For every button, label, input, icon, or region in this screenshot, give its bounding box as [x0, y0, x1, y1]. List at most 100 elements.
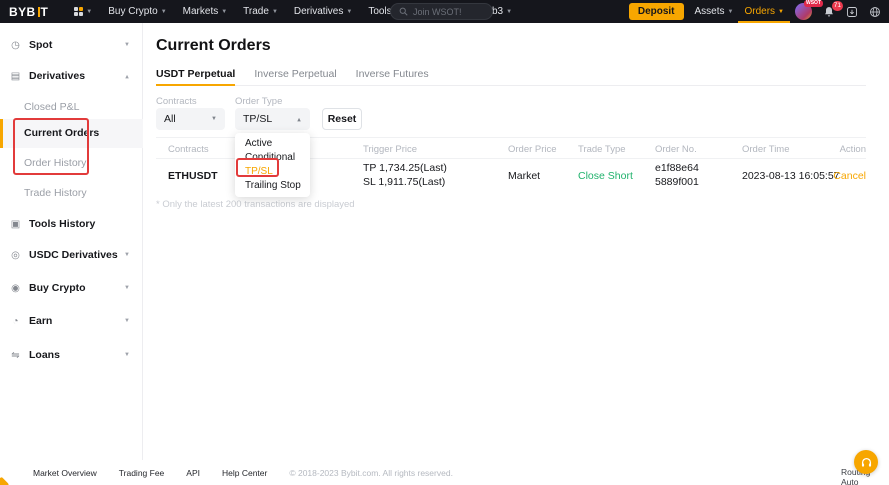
sidebar-item-buy-crypto[interactable]: ◉ Buy Crypto ▼: [0, 277, 143, 299]
page-title: Current Orders: [156, 37, 271, 55]
col-header-order-no: Order No.: [655, 144, 697, 155]
menu-label: Tools: [368, 6, 391, 17]
menu-derivatives[interactable]: Derivatives ▼: [294, 6, 352, 17]
user-avatar[interactable]: WSOT: [795, 3, 812, 20]
search-input[interactable]: [413, 7, 483, 17]
page: BYB T ▼ Buy Crypto ▼ Markets ▼ Trade ▼: [0, 0, 889, 485]
orders-label: Orders: [744, 6, 775, 17]
headset-icon: [860, 456, 873, 469]
chevron-down-icon: ▼: [124, 42, 130, 48]
chevron-down-icon: ▼: [778, 9, 784, 15]
contracts-select[interactable]: All ▼: [156, 108, 225, 130]
chevron-down-icon: ▼: [124, 352, 130, 358]
notifications-button[interactable]: 71: [823, 6, 835, 18]
menu-label: Trade: [243, 6, 269, 17]
footer-link-market-overview[interactable]: Market Overview: [33, 468, 97, 478]
chevron-down-icon: ▼: [728, 9, 734, 15]
tab-label: USDT Perpetual: [156, 68, 235, 80]
col-header-trade-type: Trade Type: [578, 144, 626, 155]
logo-text-right: T: [41, 5, 49, 19]
footer-link-trading-fee[interactable]: Trading Fee: [119, 468, 165, 478]
chevron-down-icon: ▼: [506, 9, 512, 15]
derivatives-icon: ▤: [10, 71, 21, 82]
menu-trade[interactable]: Trade ▼: [243, 6, 278, 17]
bybit-logo[interactable]: BYB T: [9, 5, 48, 19]
sidebar-item-usdc-derivatives[interactable]: ◎ USDC Derivatives ▼: [0, 244, 143, 266]
table-footnote: * Only the latest 200 transactions are d…: [156, 199, 355, 210]
language-globe-icon[interactable]: [869, 6, 881, 18]
sidebar-item-derivatives[interactable]: ▤ Derivatives ▼: [0, 65, 143, 87]
usdc-derivatives-icon: ◎: [10, 250, 21, 261]
assets-label: Assets: [695, 6, 725, 17]
orders-menu[interactable]: Orders ▼: [744, 0, 784, 23]
sidebar-item-label: Loans: [29, 349, 60, 361]
copyright-text: © 2018-2023 Bybit.com. All rights reserv…: [289, 468, 453, 478]
cancel-order-button[interactable]: Cancel: [833, 170, 866, 182]
annotation-box-sidebar: [13, 118, 89, 175]
order-type-filter-label: Order Type: [235, 96, 282, 107]
tab-label: Inverse Perpetual: [254, 68, 336, 80]
apps-grid-menu[interactable]: ▼: [60, 7, 92, 16]
contracts-filter-label: Contracts: [156, 96, 197, 107]
notification-count-badge: 71: [832, 1, 843, 11]
chevron-up-icon: ▼: [296, 116, 302, 122]
buy-crypto-icon: ◉: [10, 283, 21, 294]
annotation-box-tpsl-option: [236, 158, 279, 177]
tab-active-underline: [156, 84, 235, 86]
sidebar-item-label: Tools History: [29, 218, 95, 230]
chevron-down-icon: ▼: [124, 252, 130, 258]
navbar-right: Deposit Assets ▼ Orders ▼ WSOT 71: [629, 0, 881, 23]
sidebar-item-label: Derivatives: [29, 70, 85, 82]
order-type-select-value: TP/SL: [243, 113, 272, 125]
chevron-down-icon: ▼: [346, 9, 352, 15]
chevron-down-icon: ▼: [86, 9, 92, 15]
sidebar-item-trade-history[interactable]: Trade History: [0, 182, 143, 204]
deposit-button[interactable]: Deposit: [629, 3, 684, 20]
tab-inverse-perpetual[interactable]: Inverse Perpetual: [254, 68, 336, 85]
footer-link-help-center[interactable]: Help Center: [222, 468, 267, 478]
sidebar-item-spot[interactable]: ◷ Spot ▼: [0, 34, 143, 56]
cell-order-price: Market: [508, 170, 540, 182]
customer-support-button[interactable]: [854, 450, 878, 474]
menu-markets[interactable]: Markets ▼: [183, 6, 228, 17]
sidebar-item-closed-pnl[interactable]: Closed P&L: [0, 96, 143, 118]
assets-menu[interactable]: Assets ▼: [695, 0, 734, 23]
menu-label: Derivatives: [294, 6, 343, 17]
sidebar: ◷ Spot ▼ ▤ Derivatives ▼ Closed P&L Curr…: [0, 23, 143, 460]
chevron-up-icon: ▼: [124, 73, 130, 79]
menu-buy-crypto[interactable]: Buy Crypto ▼: [108, 6, 166, 17]
tab-usdt-perpetual[interactable]: USDT Perpetual: [156, 68, 235, 85]
footer: Market Overview Trading Fee API Help Cen…: [0, 460, 889, 485]
chevron-down-icon: ▼: [211, 116, 217, 122]
contracts-select-value: All: [164, 113, 176, 125]
sidebar-item-loans[interactable]: ⇋ Loans ▼: [0, 344, 143, 366]
order-no-line1: e1f88e64: [655, 162, 699, 176]
tab-inverse-futures[interactable]: Inverse Futures: [356, 68, 429, 85]
tools-history-icon: ▣: [10, 219, 21, 230]
footer-link-api[interactable]: API: [186, 468, 200, 478]
download-app-icon[interactable]: [846, 6, 858, 18]
dropdown-option-active[interactable]: Active: [235, 137, 310, 151]
top-navbar: BYB T ▼ Buy Crypto ▼ Markets ▼ Trade ▼: [0, 0, 889, 23]
dropdown-option-trailing-stop[interactable]: Trailing Stop: [235, 179, 310, 193]
order-no-line2: 5889f001: [655, 176, 699, 190]
earn-icon: ◔: [10, 316, 21, 327]
col-header-order-time: Order Time: [742, 144, 790, 155]
sidebar-item-label: Buy Crypto: [29, 282, 86, 294]
chevron-down-icon: ▼: [124, 318, 130, 324]
sidebar-item-tools-history[interactable]: ▣ Tools History: [0, 213, 143, 235]
col-header-contracts: Contracts: [168, 144, 209, 155]
reset-button[interactable]: Reset: [322, 108, 362, 130]
chevron-down-icon: ▼: [124, 285, 130, 291]
menu-label: Markets: [183, 6, 219, 17]
search-box[interactable]: [390, 3, 493, 20]
trigger-price-sl: SL 1,911.75(Last): [363, 176, 447, 190]
sidebar-item-earn[interactable]: ◔ Earn ▼: [0, 310, 143, 332]
order-type-select[interactable]: TP/SL ▼: [235, 108, 310, 130]
menu-label: Buy Crypto: [108, 6, 157, 17]
cell-contracts: ETHUSDT: [168, 170, 218, 182]
sidebar-item-label: Spot: [29, 39, 52, 51]
cell-order-no: e1f88e64 5889f001: [655, 162, 699, 189]
logo-orange-i: [38, 7, 40, 17]
cell-trigger-price: TP 1,734.25(Last) SL 1,911.75(Last): [363, 162, 447, 189]
